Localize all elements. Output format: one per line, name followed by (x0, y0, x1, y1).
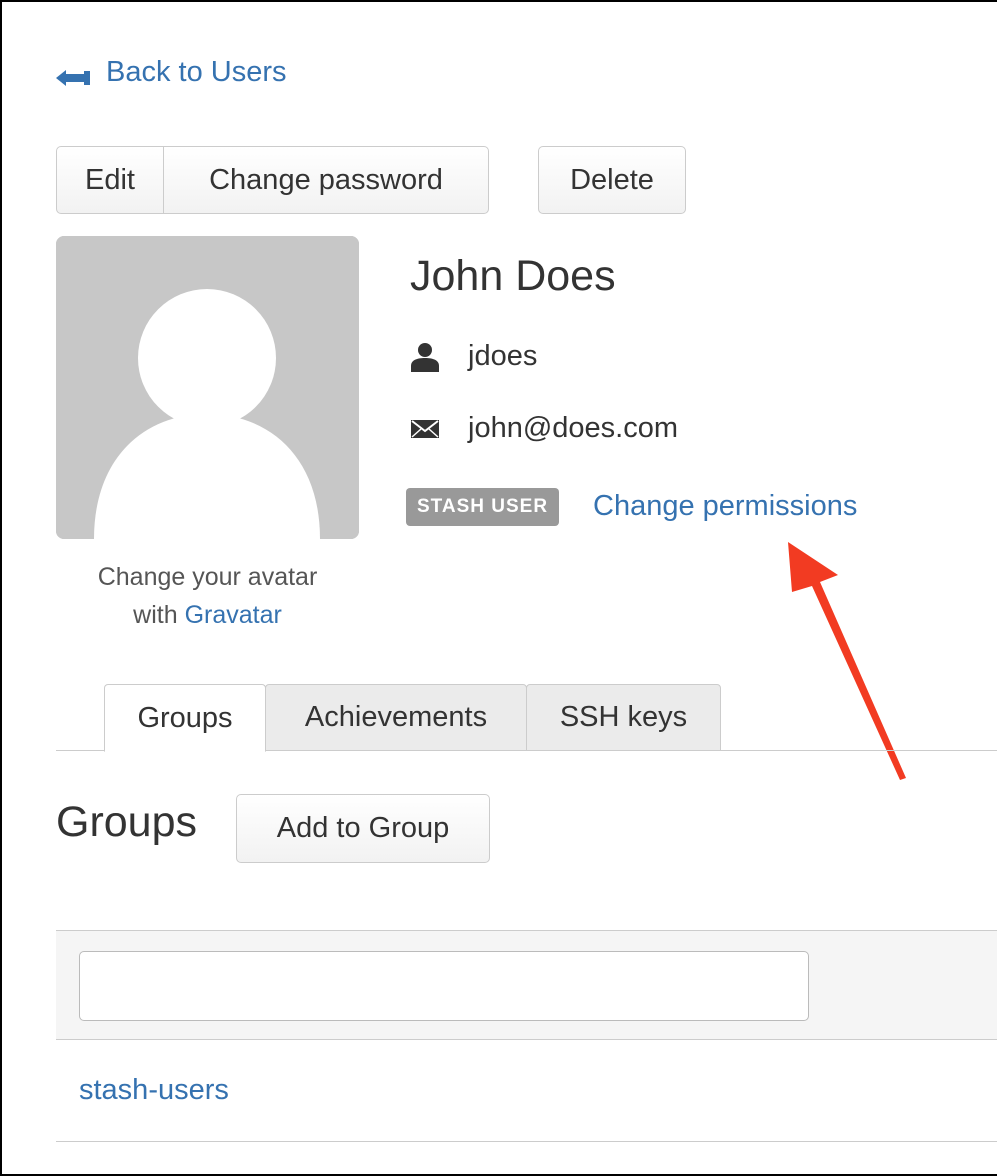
user-profile-page: Back to Users Edit Change password Delet… (0, 0, 997, 1176)
user-icon (408, 341, 442, 373)
avatar-caption-with: with (133, 601, 178, 629)
back-arrow-icon (56, 63, 92, 86)
envelope-icon (408, 413, 442, 445)
groups-section-title: Groups (56, 798, 198, 846)
avatar-caption-line2: with Gravatar (56, 596, 359, 634)
back-to-users-link[interactable]: Back to Users (56, 56, 287, 89)
username-value: jdoes (468, 340, 538, 372)
tab-groups[interactable]: Groups (104, 684, 266, 752)
groups-filter-input[interactable] (79, 951, 809, 1021)
avatar (56, 236, 359, 539)
gravatar-link[interactable]: Gravatar (185, 601, 282, 629)
default-avatar-icon (56, 236, 359, 539)
avatar-caption-text: Change your avatar (97, 563, 318, 591)
delete-button[interactable]: Delete (538, 146, 686, 214)
role-badge: STASH USER (406, 488, 560, 526)
change-permissions-link[interactable]: Change permissions (593, 490, 857, 523)
group-link-stash-users[interactable]: stash-users (79, 1074, 229, 1107)
add-to-group-button[interactable]: Add to Group (236, 794, 490, 863)
email-row: john@does.com (408, 412, 678, 445)
annotation-arrow-icon (788, 542, 906, 780)
tab-ssh-keys[interactable]: SSH keys (526, 684, 721, 751)
back-to-users-label: Back to Users (106, 56, 287, 88)
tab-achievements[interactable]: Achievements (265, 684, 527, 751)
username-row: jdoes (408, 340, 537, 373)
table-row: stash-users (56, 1040, 997, 1142)
email-value: john@does.com (468, 412, 678, 444)
groups-filter-bar (56, 930, 997, 1040)
user-display-name: John Does (410, 252, 616, 300)
change-password-button[interactable]: Change password (163, 146, 489, 214)
edit-button[interactable]: Edit (56, 146, 164, 214)
avatar-caption: Change your avatar with Gravatar (56, 558, 359, 634)
